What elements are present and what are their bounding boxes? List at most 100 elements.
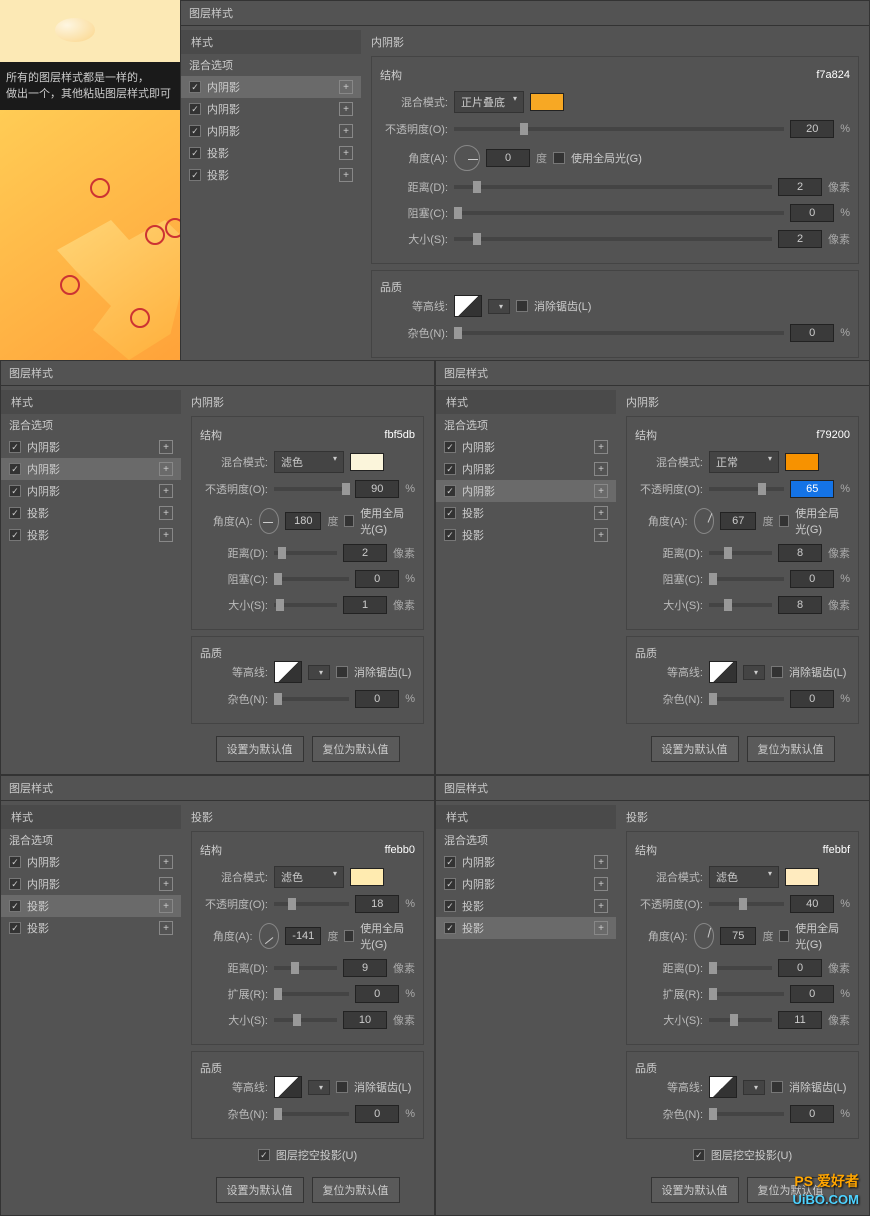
plus-icon[interactable] xyxy=(159,484,173,498)
choke-value[interactable]: 0 xyxy=(790,204,834,222)
plus-icon[interactable] xyxy=(594,484,608,498)
blend-mode-select[interactable]: 滤色 xyxy=(274,451,344,473)
blend-options-item[interactable]: 混合选项 xyxy=(1,414,181,436)
plus-icon[interactable] xyxy=(159,899,173,913)
opacity-slider[interactable] xyxy=(709,487,784,491)
global-light-checkbox[interactable] xyxy=(344,930,354,942)
spread-slider[interactable] xyxy=(709,992,784,996)
default-button[interactable]: 设置为默认值 xyxy=(651,1177,739,1203)
contour-picker[interactable] xyxy=(709,661,737,683)
color-swatch[interactable] xyxy=(785,453,819,471)
angle-dial[interactable] xyxy=(454,145,480,171)
noise-slider[interactable] xyxy=(274,697,349,701)
distance-value[interactable]: 8 xyxy=(778,544,822,562)
contour-picker[interactable] xyxy=(274,1076,302,1098)
choke-slider[interactable] xyxy=(454,211,784,215)
angle-dial[interactable] xyxy=(694,508,715,534)
opacity-value[interactable]: 65 xyxy=(790,480,834,498)
distance-value[interactable]: 2 xyxy=(778,178,822,196)
blend-options-item[interactable]: 混合选项 xyxy=(1,829,181,851)
checkbox-icon[interactable] xyxy=(444,900,456,912)
knockout-checkbox[interactable] xyxy=(693,1149,705,1161)
checkbox-icon[interactable] xyxy=(9,878,21,890)
style-item-drop[interactable]: 投影 xyxy=(436,502,616,524)
choke-value[interactable]: 0 xyxy=(355,570,399,588)
plus-icon[interactable] xyxy=(339,80,353,94)
contour-dropdown[interactable] xyxy=(743,665,765,680)
style-item-inner[interactable]: 内阴影 xyxy=(181,76,361,98)
plus-icon[interactable] xyxy=(594,899,608,913)
plus-icon[interactable] xyxy=(594,440,608,454)
default-button[interactable]: 设置为默认值 xyxy=(651,736,739,762)
reset-button[interactable]: 复位为默认值 xyxy=(747,736,835,762)
style-item-inner[interactable]: 内阴影 xyxy=(436,458,616,480)
style-item-inner[interactable]: 内阴影 xyxy=(436,480,616,502)
size-slider[interactable] xyxy=(709,603,772,607)
contour-dropdown[interactable] xyxy=(308,665,330,680)
reset-button[interactable]: 复位为默认值 xyxy=(312,736,400,762)
style-item-drop[interactable]: 投影 xyxy=(436,895,616,917)
style-item-drop[interactable]: 投影 xyxy=(436,524,616,546)
size-slider[interactable] xyxy=(709,1018,772,1022)
antialias-checkbox[interactable] xyxy=(336,666,348,678)
global-light-checkbox[interactable] xyxy=(344,515,354,527)
plus-icon[interactable] xyxy=(594,506,608,520)
antialias-checkbox[interactable] xyxy=(771,666,783,678)
checkbox-icon[interactable] xyxy=(189,147,201,159)
contour-picker[interactable] xyxy=(709,1076,737,1098)
style-item-inner[interactable]: 内阴影 xyxy=(1,436,181,458)
size-value[interactable]: 11 xyxy=(778,1011,822,1029)
contour-dropdown[interactable] xyxy=(308,1080,330,1095)
global-light-checkbox[interactable] xyxy=(779,930,789,942)
checkbox-icon[interactable] xyxy=(189,125,201,137)
style-item-drop[interactable]: 投影 xyxy=(1,895,181,917)
style-item-drop[interactable]: 投影 xyxy=(181,164,361,186)
opacity-value[interactable]: 18 xyxy=(355,895,399,913)
opacity-value[interactable]: 90 xyxy=(355,480,399,498)
default-button[interactable]: 设置为默认值 xyxy=(216,736,304,762)
plus-icon[interactable] xyxy=(159,921,173,935)
checkbox-icon[interactable] xyxy=(444,878,456,890)
distance-slider[interactable] xyxy=(709,551,772,555)
plus-icon[interactable] xyxy=(339,124,353,138)
blend-mode-select[interactable]: 滤色 xyxy=(274,866,344,888)
checkbox-icon[interactable] xyxy=(189,81,201,93)
angle-value[interactable]: 180 xyxy=(285,512,321,530)
noise-value[interactable]: 0 xyxy=(790,324,834,342)
size-slider[interactable] xyxy=(274,603,337,607)
contour-dropdown[interactable] xyxy=(488,299,510,314)
distance-value[interactable]: 2 xyxy=(343,544,387,562)
style-item-inner[interactable]: 内阴影 xyxy=(436,851,616,873)
default-button[interactable]: 设置为默认值 xyxy=(216,1177,304,1203)
spread-slider[interactable] xyxy=(274,992,349,996)
opacity-value[interactable]: 40 xyxy=(790,895,834,913)
plus-icon[interactable] xyxy=(594,462,608,476)
checkbox-icon[interactable] xyxy=(444,922,456,934)
plus-icon[interactable] xyxy=(339,146,353,160)
blend-options-item[interactable]: 混合选项 xyxy=(181,54,361,76)
size-slider[interactable] xyxy=(274,1018,337,1022)
choke-slider[interactable] xyxy=(709,577,784,581)
noise-value[interactable]: 0 xyxy=(790,690,834,708)
distance-slider[interactable] xyxy=(274,551,337,555)
spread-value[interactable]: 0 xyxy=(790,985,834,1003)
opacity-slider[interactable] xyxy=(274,902,349,906)
checkbox-icon[interactable] xyxy=(9,507,21,519)
contour-picker[interactable] xyxy=(454,295,482,317)
checkbox-icon[interactable] xyxy=(9,900,21,912)
distance-slider[interactable] xyxy=(709,966,772,970)
checkbox-icon[interactable] xyxy=(9,485,21,497)
style-item-inner[interactable]: 内阴影 xyxy=(1,480,181,502)
plus-icon[interactable] xyxy=(159,877,173,891)
opacity-slider[interactable] xyxy=(454,127,784,131)
noise-value[interactable]: 0 xyxy=(355,690,399,708)
checkbox-icon[interactable] xyxy=(444,507,456,519)
reset-button[interactable]: 复位为默认值 xyxy=(312,1177,400,1203)
plus-icon[interactable] xyxy=(159,462,173,476)
style-item-inner[interactable]: 内阴影 xyxy=(181,98,361,120)
angle-dial[interactable] xyxy=(259,923,280,949)
noise-value[interactable]: 0 xyxy=(790,1105,834,1123)
plus-icon[interactable] xyxy=(159,506,173,520)
size-value[interactable]: 1 xyxy=(343,596,387,614)
opacity-value[interactable]: 20 xyxy=(790,120,834,138)
